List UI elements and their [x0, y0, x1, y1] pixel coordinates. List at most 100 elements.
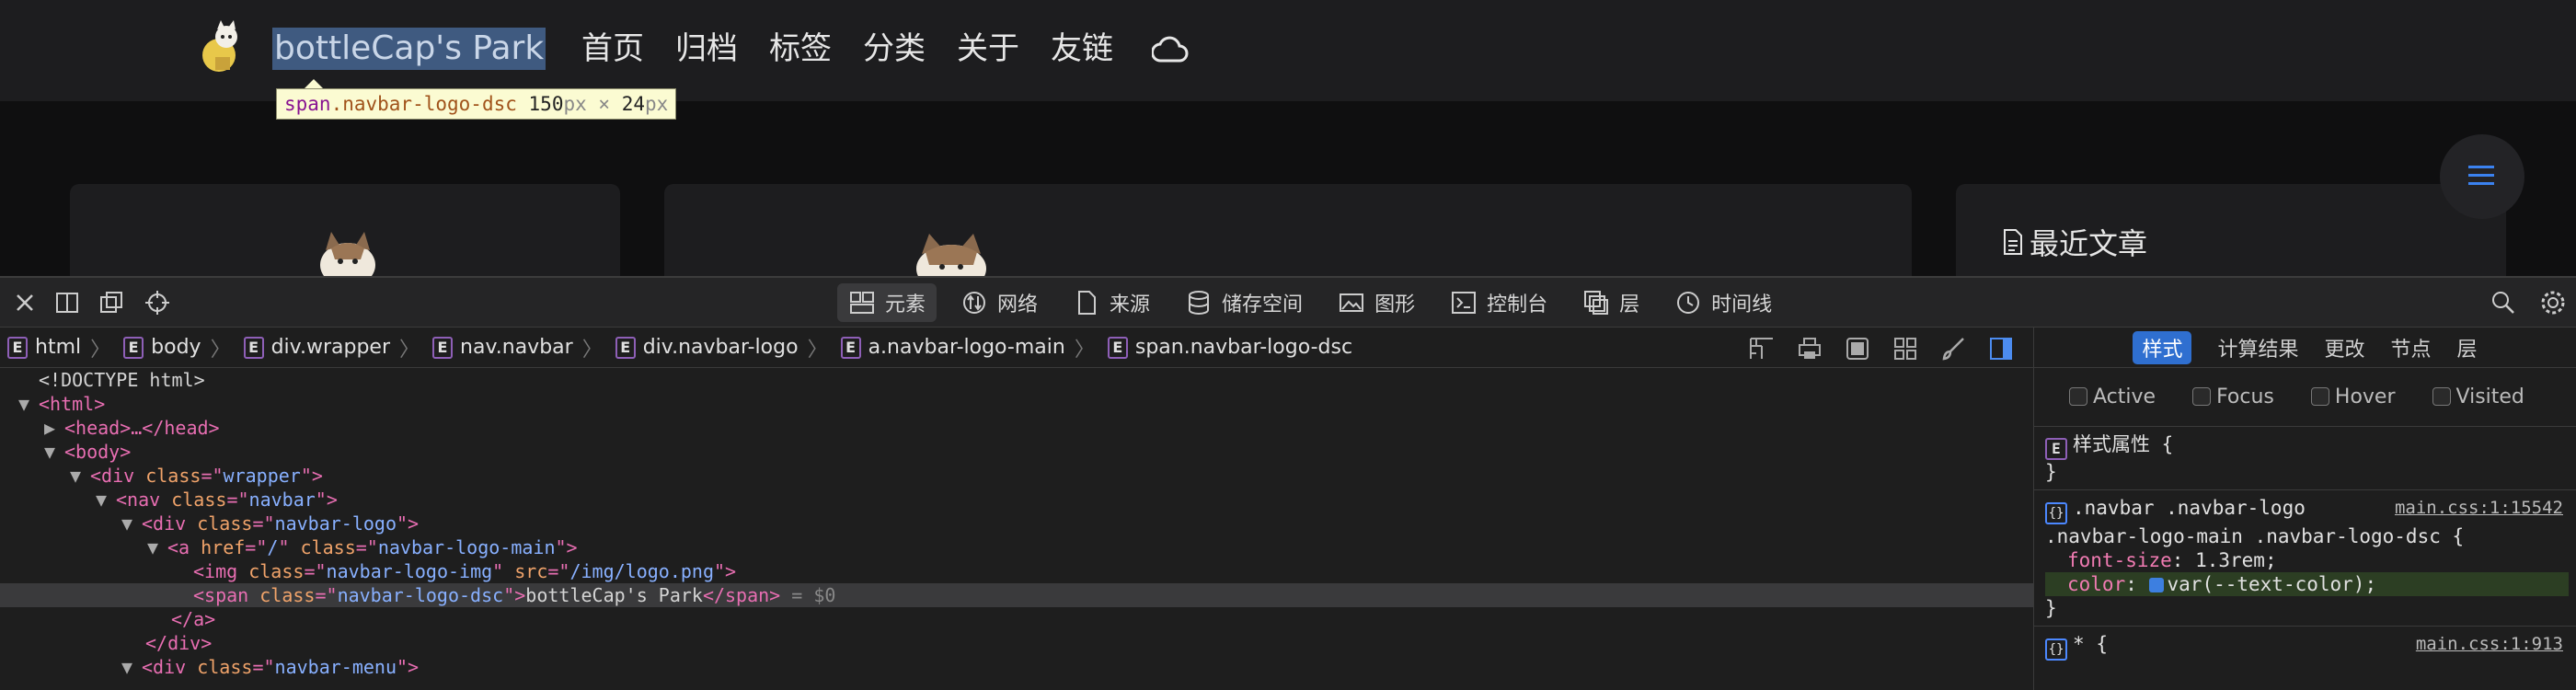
nav-item-home[interactable]: 首页 — [581, 28, 644, 70]
dom-node[interactable]: ▼ <html> — [0, 392, 2033, 416]
dom-node[interactable]: ▼ <nav class="navbar"> — [0, 488, 2033, 512]
sidebar-toggle-icon[interactable] — [1987, 335, 2015, 362]
tab-storage-label: 储存空间 — [1222, 293, 1304, 316]
disclosure-triangle-icon[interactable]: ▼ — [44, 440, 64, 464]
cloud-icon[interactable] — [1152, 33, 1189, 64]
disclosure-triangle-icon[interactable]: ▼ — [147, 535, 167, 559]
search-icon[interactable] — [2490, 289, 2517, 316]
dom-node[interactable]: ▶ <head>…</head> — [0, 416, 2033, 440]
checkbox[interactable] — [2310, 387, 2329, 406]
rule-source-link[interactable]: main.css:1:913 — [2416, 632, 2563, 656]
breadcrumb-item[interactable]: Enav.navbar 〉 — [432, 333, 603, 362]
tab-sources[interactable]: 来源 — [1062, 283, 1161, 322]
toggle-hover[interactable]: Hover — [2310, 385, 2396, 408]
crosshair-icon[interactable] — [144, 289, 171, 316]
style-rule[interactable]: {} .navbar .navbar-logo main.css:1:15542 … — [2034, 490, 2576, 627]
css-property[interactable]: font-size: 1.3rem; — [2045, 548, 2569, 572]
brush-icon[interactable] — [1939, 335, 1967, 362]
compositing-icon[interactable] — [1844, 335, 1871, 362]
tab-timeline[interactable]: 时间线 — [1663, 283, 1783, 322]
breadcrumb-item[interactable]: Ediv.navbar-logo 〉 — [615, 333, 828, 362]
css-property[interactable]: color: var(--text-color); — [2045, 572, 2569, 596]
dom-node[interactable]: ▼ <div class="navbar-logo"> — [0, 512, 2033, 535]
tooltip-height: 24 — [621, 93, 646, 115]
tab-console[interactable]: 控制台 — [1439, 283, 1558, 322]
toggle-focus[interactable]: Focus — [2192, 385, 2274, 408]
toggle-visited[interactable]: Visited — [2432, 385, 2524, 408]
dom-node[interactable]: ▼ <a href="/" class="navbar-logo-main"> — [0, 535, 2033, 559]
breadcrumb-item[interactable]: Ea.navbar-logo-main 〉 — [840, 333, 1095, 362]
breadcrumb-item[interactable]: Ehtml 〉 — [7, 333, 110, 362]
tooltip-width: 150 — [528, 93, 564, 115]
tooltip-unit-w: px — [563, 93, 587, 115]
breadcrumb-label: nav.navbar — [460, 336, 573, 359]
tag-head: <head>…</head> — [64, 417, 220, 439]
element-size-tooltip: span.navbar-logo-dsc 150px × 24px — [276, 88, 677, 120]
print-icon[interactable] — [1796, 335, 1823, 362]
recent-posts-title: 最近文章 — [2002, 221, 2147, 263]
element-badge-icon: E — [615, 336, 636, 359]
tab-computed[interactable]: 计算结果 — [2217, 333, 2298, 362]
style-rule-inline[interactable]: E 样式属性 {} — [2034, 427, 2576, 490]
tab-changes[interactable]: 更改 — [2324, 333, 2364, 362]
dock-side-icon[interactable] — [53, 289, 81, 316]
style-rule[interactable]: {} * { main.css:1:913 — [2034, 627, 2576, 666]
variable-swatch-icon[interactable] — [2148, 578, 2164, 592]
dom-node[interactable]: ▼ <div class="wrapper"> — [0, 464, 2033, 488]
nav-item-archive[interactable]: 归档 — [675, 28, 738, 70]
elements-icon — [850, 292, 874, 314]
pseudo-class-toggles: Active Focus Hover Visited — [2034, 368, 2576, 427]
nav-item-tags[interactable]: 标签 — [769, 28, 832, 70]
checkbox[interactable] — [2192, 387, 2212, 406]
attr-name: class — [248, 560, 305, 582]
tab-elements[interactable]: 元素 — [837, 283, 937, 322]
nav-item-about[interactable]: 关于 — [957, 28, 1019, 70]
tab-network[interactable]: 网络 — [949, 283, 1049, 322]
dom-node-selected[interactable]: <span class="navbar-logo-dsc">bottleCap'… — [0, 583, 2033, 607]
text-node: bottleCap's Park — [525, 584, 703, 606]
disclosure-triangle-icon[interactable]: ▼ — [18, 392, 39, 416]
tab-graphics[interactable]: 图形 — [1327, 283, 1426, 322]
disclosure-triangle-icon[interactable]: ▼ — [121, 655, 142, 679]
gear-icon[interactable] — [2539, 289, 2567, 316]
breadcrumb-label: body — [151, 336, 201, 359]
tab-storage[interactable]: 储存空间 — [1174, 283, 1314, 322]
nav-item-links[interactable]: 友链 — [1051, 28, 1113, 70]
checkbox[interactable] — [2432, 387, 2451, 406]
nav-item-categories[interactable]: 分类 — [863, 28, 926, 70]
grid-icon[interactable] — [1892, 335, 1919, 362]
tab-styles[interactable]: 样式 — [2133, 330, 2192, 364]
dom-node[interactable]: ▼ <div class="navbar-menu"> — [0, 655, 2033, 679]
inline-style-label: 样式属性 — [2073, 433, 2150, 455]
dom-node[interactable]: ▼ <body> — [0, 440, 2033, 464]
toggle-active[interactable]: Active — [2069, 385, 2156, 408]
dom-node[interactable]: </div> — [0, 631, 2033, 655]
breadcrumb-item[interactable]: Espan.navbar-logo-dsc — [1107, 336, 1353, 359]
breadcrumb-item[interactable]: Ebody 〉 — [123, 333, 231, 362]
dom-node[interactable]: <img class="navbar-logo-img" src="/img/l… — [0, 559, 2033, 583]
toggle-label: Visited — [2455, 385, 2524, 408]
disclosure-triangle-icon[interactable]: ▶ — [44, 416, 64, 440]
close-icon[interactable] — [11, 289, 39, 316]
undock-icon[interactable] — [98, 289, 125, 316]
grid-overlay-icon[interactable] — [1748, 335, 1776, 362]
logo-image[interactable] — [197, 20, 245, 75]
element-toolbar — [1748, 335, 2015, 362]
property-value: var(--text-color); — [2167, 573, 2377, 595]
breadcrumb-label: span.navbar-logo-dsc — [1134, 336, 1353, 359]
site-logo-text[interactable]: bottleCap's Park — [272, 28, 546, 70]
dom-node[interactable]: <!DOCTYPE html> — [0, 368, 2033, 392]
checkbox[interactable] — [2069, 387, 2087, 406]
dom-tree: <!DOCTYPE html> ▼ <html> ▶ <head>…</head> … — [0, 368, 2033, 690]
disclosure-triangle-icon[interactable]: ▼ — [121, 512, 142, 535]
disclosure-triangle-icon[interactable]: ▼ — [70, 464, 90, 488]
rule-source-link[interactable]: main.css:1:15542 — [2395, 496, 2563, 520]
tab-layers-side[interactable]: 层 — [2457, 333, 2478, 362]
image-icon — [1340, 293, 1364, 312]
disclosure-triangle-icon[interactable]: ▼ — [96, 488, 116, 512]
tab-node[interactable]: 节点 — [2391, 333, 2432, 362]
dom-node[interactable]: </a> — [0, 607, 2033, 631]
breadcrumb-item[interactable]: Ediv.wrapper 〉 — [243, 333, 420, 362]
chevron-right-icon: 〉 — [1074, 338, 1095, 362]
tab-layers[interactable]: 层 — [1571, 283, 1650, 322]
